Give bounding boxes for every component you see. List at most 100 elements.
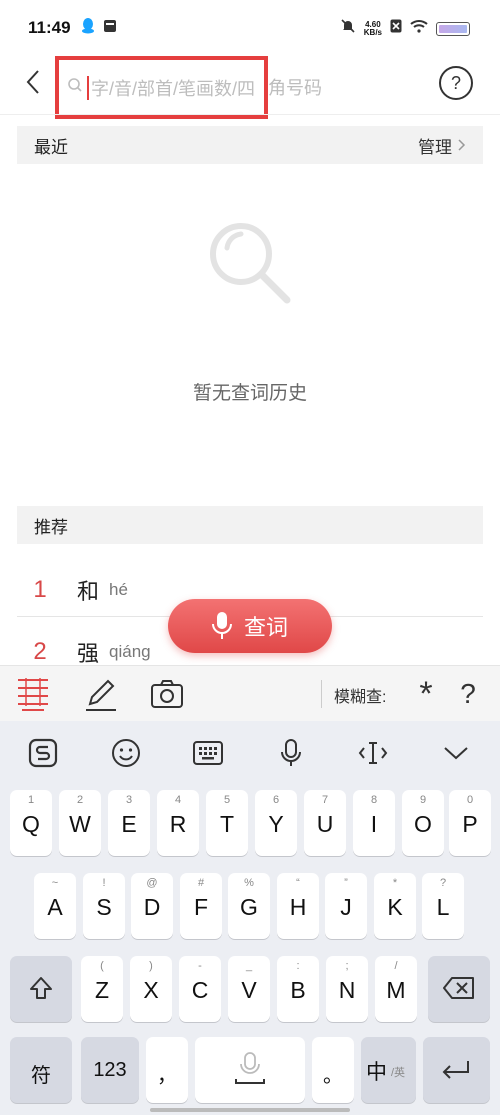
camera-lookup-button[interactable]	[150, 676, 184, 712]
enter-icon	[442, 1061, 469, 1079]
wildcard-asterisk-button[interactable]: *	[410, 675, 442, 713]
fuzzy-search-label: 模糊查:	[334, 689, 387, 706]
empty-history-text: 暂无查词历史	[192, 383, 307, 404]
enter-key[interactable]	[423, 1037, 490, 1103]
recommend-char: 和	[77, 580, 100, 605]
key-q[interactable]: 1Q	[10, 790, 52, 856]
key-f[interactable]: # F	[180, 873, 222, 939]
help-button[interactable]: ?	[439, 66, 473, 100]
key-i[interactable]: 8I	[353, 790, 395, 856]
recommend-pinyin: hé	[109, 580, 128, 599]
recommend-char: 强	[77, 642, 100, 667]
manage-button[interactable]: 管理	[418, 133, 466, 158]
key-p[interactable]: 0P	[449, 790, 491, 856]
home-indicator	[150, 1108, 350, 1112]
status-bar: 11:49 4.60 KB/s	[0, 0, 500, 56]
sogou-logo-button[interactable]	[27, 737, 59, 769]
key-b[interactable]: :B	[277, 956, 319, 1022]
header-divider	[0, 114, 500, 115]
number-key[interactable]: 123	[81, 1037, 139, 1103]
key-x[interactable]: ) X	[130, 956, 172, 1022]
key-o[interactable]: 9O	[402, 790, 444, 856]
sogou-logo-icon	[28, 738, 58, 768]
qq-icon	[81, 17, 95, 39]
smiley-icon	[112, 739, 140, 767]
keyboard-switch-button[interactable]	[192, 737, 224, 769]
shift-key[interactable]	[10, 956, 72, 1022]
recommend-title: 推荐	[34, 517, 68, 537]
microphone-icon	[211, 612, 232, 639]
backspace-key[interactable]	[428, 956, 490, 1022]
chevron-right-icon	[458, 139, 466, 151]
key-j[interactable]: ” J	[325, 873, 367, 939]
symbol-key[interactable]: 符	[10, 1037, 72, 1103]
inbox-icon	[103, 19, 117, 38]
recommend-section-header: 推荐	[17, 506, 483, 544]
key-c[interactable]: -C	[179, 956, 221, 1022]
microphone-icon	[235, 1052, 265, 1084]
wildcard-question-button[interactable]: ?	[454, 676, 482, 712]
shift-icon	[30, 977, 52, 999]
key-a[interactable]: ~ A	[34, 873, 76, 939]
search-input[interactable]: 字/音/部首/笔画数/四	[55, 56, 268, 119]
key-y[interactable]: 6Y	[255, 790, 297, 856]
recommend-index: 2	[33, 638, 47, 665]
text-cursor	[87, 75, 89, 100]
key-l[interactable]: ? L	[422, 873, 464, 939]
chevron-left-icon	[26, 70, 39, 94]
wifi-icon	[410, 19, 428, 38]
backspace-icon	[443, 977, 474, 999]
microphone-icon	[281, 739, 301, 766]
key-r[interactable]: 4R	[157, 790, 199, 856]
voice-input-button[interactable]	[275, 737, 307, 769]
key-e[interactable]: 3E	[108, 790, 150, 856]
input-tool-bar: 模糊查: * ?	[0, 665, 500, 721]
search-header: 字/音/部首/笔画数/四 角号码 ?	[0, 56, 500, 119]
emoji-button[interactable]	[110, 737, 142, 769]
back-button[interactable]	[18, 66, 48, 98]
manage-label: 管理	[418, 137, 452, 157]
pencil-icon	[86, 679, 116, 711]
mute-icon	[340, 18, 356, 39]
language-switch-key[interactable]: 中 /英	[361, 1037, 416, 1103]
radical-list-icon	[18, 678, 48, 711]
empty-search-icon	[210, 223, 291, 304]
key-n[interactable]: ; N	[326, 956, 368, 1022]
key-g[interactable]: % G	[228, 873, 270, 939]
no-sim-icon	[390, 19, 402, 38]
key-u[interactable]: 7U	[304, 790, 346, 856]
search-placeholder-overflow: 角号码	[268, 78, 322, 98]
cursor-move-button[interactable]	[357, 737, 389, 769]
keyboard-icon	[193, 741, 223, 765]
search-placeholder: 字/音/部首/笔画数/四	[91, 78, 256, 99]
recent-title: 最近	[34, 137, 68, 157]
key-h[interactable]: “H	[277, 873, 319, 939]
tool-separator	[321, 680, 322, 708]
soft-keyboard: 1Q 2W 3E 4R 5T 6Y 7U 8I 9O 0P ~ A ! S @ D #…	[0, 721, 500, 1115]
key-d[interactable]: @ D	[131, 873, 173, 939]
space-key[interactable]	[195, 1037, 305, 1103]
battery-icon	[436, 21, 470, 36]
text-cursor-icon	[358, 742, 388, 764]
recommend-index: 1	[33, 576, 47, 603]
key-s[interactable]: ! S	[83, 873, 125, 939]
radical-lookup-button[interactable]	[16, 676, 50, 712]
key-z[interactable]: (Z	[81, 956, 123, 1022]
chevron-down-icon	[444, 747, 468, 760]
query-button[interactable]: 查词	[168, 599, 332, 653]
key-m[interactable]: / M	[375, 956, 417, 1022]
key-w[interactable]: 2W	[59, 790, 101, 856]
recommend-pinyin: qiáng	[109, 642, 151, 661]
key-t[interactable]: 5T	[206, 790, 248, 856]
period-key[interactable]: 。	[312, 1037, 354, 1103]
recent-section-header: 最近 管理	[17, 126, 483, 164]
key-k[interactable]: * K	[374, 873, 416, 939]
handwriting-button[interactable]	[84, 676, 118, 712]
keyboard-toolbar	[0, 721, 500, 785]
hide-keyboard-button[interactable]	[440, 737, 472, 769]
comma-key[interactable]: ，	[146, 1037, 188, 1103]
key-v[interactable]: _ V	[228, 956, 270, 1022]
query-button-label: 查词	[243, 615, 288, 640]
status-time: 11:49	[28, 18, 71, 37]
network-speed: 4.60 KB/s	[363, 19, 382, 37]
